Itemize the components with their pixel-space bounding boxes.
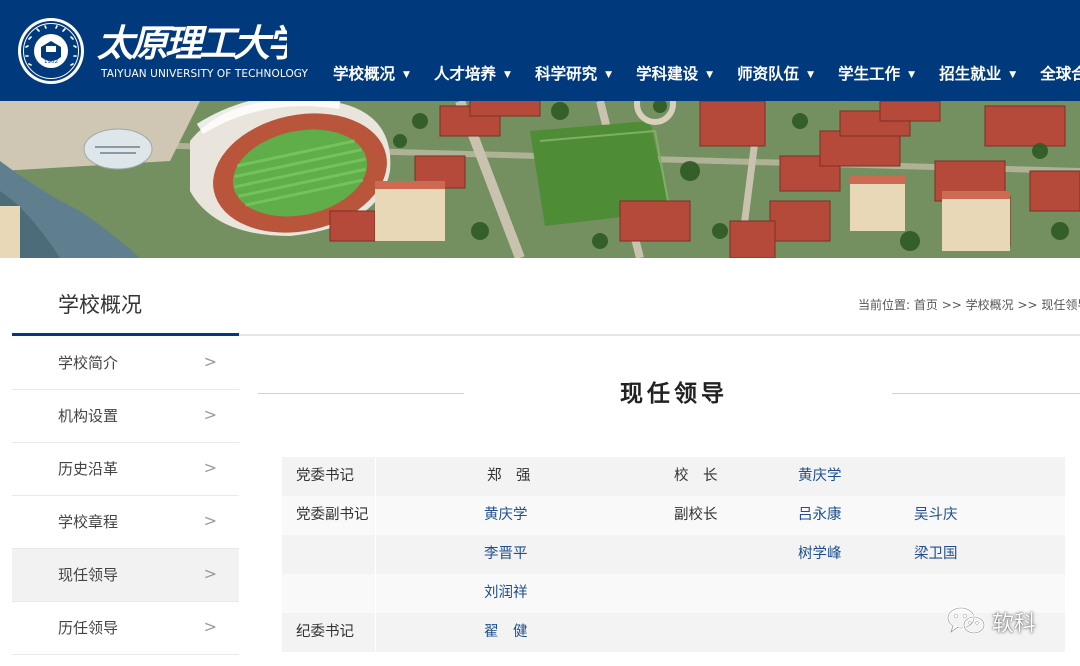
chevron-right-icon: > — [203, 405, 217, 424]
wechat-icon — [946, 606, 986, 635]
wechat-watermark: 软科 — [944, 604, 1054, 638]
nav-item-research[interactable]: 科学研究 ▼ — [535, 62, 612, 87]
breadcrumb-prefix: 当前位置: — [858, 298, 914, 312]
role-label: 校 长 — [674, 468, 718, 484]
site-header: 1902 太原理工大学 TAIYUAN UNIVERSITY OF TECHNO… — [0, 0, 1080, 101]
sidebar-item-label: 历史沿革 — [58, 460, 119, 478]
leader-name[interactable]: 李晋平 — [484, 535, 528, 574]
caret-down-icon: ▼ — [605, 70, 612, 80]
sidebar-item-organization[interactable]: 机构设置 > — [12, 390, 239, 443]
nav-item-school-overview[interactable]: 学校概况 ▼ — [333, 62, 410, 87]
sidebar-item-label: 历任领导 — [58, 619, 119, 637]
section-divider — [239, 334, 1080, 336]
sidebar-item-school-intro[interactable]: 学校简介 > — [12, 337, 239, 390]
nav-item-student-affairs[interactable]: 学生工作 ▼ — [838, 62, 915, 87]
leader-name[interactable]: 黄庆学 — [484, 496, 528, 535]
chevron-right-icon: > — [203, 564, 217, 583]
chevron-right-icon: > — [203, 352, 217, 371]
sidebar-item-label: 机构设置 — [58, 407, 119, 425]
role-label: 副校长 — [674, 507, 718, 523]
nav-item-global[interactable]: 全球合作 — [1040, 62, 1080, 86]
caret-down-icon: ▼ — [706, 70, 714, 80]
role-label: 党委副书记 — [296, 507, 369, 523]
leader-name[interactable]: 黄庆学 — [798, 457, 842, 496]
breadcrumb-current[interactable]: 现任领导 — [1041, 298, 1080, 312]
table-row: 李晋平 树学峰 梁卫国 — [282, 535, 1065, 574]
leader-name[interactable]: 刘润祥 — [484, 574, 528, 613]
breadcrumb-home[interactable]: 首页 — [914, 298, 938, 312]
table-column-divider — [375, 457, 376, 654]
svg-text:太原理工大学: 太原理工大学 — [97, 21, 287, 64]
sidebar-item-label: 学校章程 — [58, 513, 119, 531]
page-title: 现任领导 — [620, 381, 728, 407]
caret-down-icon: ▼ — [908, 70, 916, 80]
nav-label: 学校概况 — [333, 65, 396, 83]
table-row: 党委书记 郑 强 校 长 黄庆学 — [282, 457, 1065, 496]
nav-label: 招生就业 — [939, 65, 1002, 83]
sidebar-item-former-leaders[interactable]: 历任领导 > — [12, 602, 239, 655]
breadcrumb-separator: >> — [937, 298, 966, 312]
caret-down-icon: ▼ — [807, 70, 815, 80]
chevron-right-icon: > — [203, 511, 217, 530]
leader-name[interactable]: 吕永康 — [798, 496, 842, 535]
caret-down-icon: ▼ — [403, 70, 410, 80]
role-label: 纪委书记 — [296, 624, 354, 640]
role-label: 党委书记 — [296, 468, 354, 484]
university-name-calligraphy[interactable]: 太原理工大学 — [97, 20, 287, 64]
sidebar-item-charter[interactable]: 学校章程 > — [12, 496, 239, 549]
breadcrumb-school-overview[interactable]: 学校概况 — [966, 298, 1014, 312]
sidebar-item-label: 学校简介 — [58, 354, 119, 372]
campus-aerial-banner — [0, 101, 1080, 258]
leader-name[interactable]: 树学峰 — [798, 535, 842, 574]
university-seal-logo[interactable]: 1902 — [17, 17, 85, 85]
leader-name[interactable]: 翟 健 — [484, 613, 528, 652]
breadcrumb-separator: >> — [1013, 298, 1042, 312]
leader-name[interactable]: 郑 强 — [487, 457, 531, 496]
svg-text:1902: 1902 — [44, 59, 58, 65]
breadcrumb: 当前位置: 首页 >> 学校概况 >> 现任领导 — [858, 296, 1080, 313]
chevron-right-icon: > — [203, 617, 217, 636]
chevron-right-icon: > — [203, 458, 217, 477]
nav-item-admissions[interactable]: 招生就业 ▼ — [939, 62, 1016, 87]
nav-label: 全球合作 — [1040, 65, 1080, 83]
watermark-text: 软科 — [992, 612, 1037, 637]
main-nav: 学校概况 ▼ 人才培养 ▼ 科学研究 ▼ 学科建设 ▼ 师资队伍 ▼ 学生工作 ▼ 招生就业… — [333, 62, 1080, 88]
leader-name[interactable]: 吴斗庆 — [914, 496, 958, 535]
sidebar-title: 学校概况 — [58, 293, 142, 317]
nav-label: 人才培养 — [434, 65, 497, 83]
leader-name[interactable]: 梁卫国 — [914, 535, 958, 574]
caret-down-icon: ▼ — [504, 70, 511, 80]
nav-label: 学科建设 — [636, 65, 699, 83]
nav-item-disciplines[interactable]: 学科建设 ▼ — [636, 62, 713, 87]
nav-item-faculty[interactable]: 师资队伍 ▼ — [737, 62, 814, 87]
nav-label: 师资队伍 — [737, 65, 800, 83]
nav-label: 科学研究 — [535, 65, 598, 83]
university-english-name: TAIYUAN UNIVERSITY OF TECHNOLOGY — [101, 68, 309, 80]
sidebar-item-current-leaders[interactable]: 现任领导 > — [12, 549, 239, 602]
sidebar-item-label: 现任领导 — [58, 566, 119, 584]
nav-item-talent-training[interactable]: 人才培养 ▼ — [434, 62, 511, 87]
caret-down-icon: ▼ — [1009, 70, 1017, 80]
title-deco-line-left — [258, 393, 464, 394]
nav-label: 学生工作 — [838, 65, 901, 83]
table-row: 党委副书记 黄庆学 副校长 吕永康 吴斗庆 — [282, 496, 1065, 535]
sidebar-menu: 学校简介 > 机构设置 > 历史沿革 > 学校章程 > 现任领导 > 历任领导 … — [12, 337, 239, 655]
sidebar-item-history[interactable]: 历史沿革 > — [12, 443, 239, 496]
title-deco-line-right — [892, 393, 1080, 394]
